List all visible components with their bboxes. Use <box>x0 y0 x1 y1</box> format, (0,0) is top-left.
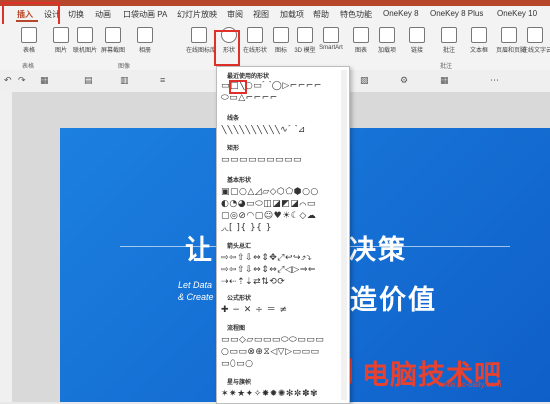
slide-subtitle-line2: & Create <box>178 292 214 302</box>
category-basic-shapes: 基本形状 <box>227 178 252 184</box>
list-icon[interactable]: ≡ <box>160 75 165 85</box>
tab-help[interactable]: 帮助 <box>313 9 329 20</box>
tools-icon[interactable]: ⚙ <box>400 75 408 86</box>
smartart-icon <box>323 27 339 43</box>
shape-row-flowchart-3[interactable]: ▭⬯▭○ <box>221 359 345 369</box>
cube-icon <box>297 27 313 43</box>
header-footer-icon <box>501 27 517 43</box>
tab-addins[interactable]: 加载项 <box>280 9 304 20</box>
ribbon-tab-bar: 插入 设计 切换 动画 口袋动画 PA 幻灯片放映 审阅 视图 加载项 帮助 特… <box>0 6 550 24</box>
online-shapes-button[interactable]: 在线形状 <box>242 27 268 54</box>
undo-icon[interactable]: ↶ <box>4 75 12 86</box>
tab-onekey-10[interactable]: OneKey 10 <box>497 9 537 18</box>
icons-icon <box>273 27 289 43</box>
arrange-icon[interactable]: ▧ <box>360 75 369 86</box>
shapes-button-highlight-box <box>214 30 240 66</box>
3d-model-button[interactable]: 3D 模型 <box>292 27 318 54</box>
slide-title-left: 让 <box>185 235 214 265</box>
chart-icon <box>353 27 369 43</box>
slide-title-line2: 造价值 <box>350 285 437 315</box>
category-equation-shapes: 公式形状 <box>227 296 252 302</box>
comment-icon <box>441 27 457 43</box>
link-icon <box>409 27 425 43</box>
shape-row-basic-4[interactable]: ◞◟[ ]{ }{ } <box>221 223 345 233</box>
format-icon[interactable]: ▦ <box>40 75 49 86</box>
table-button[interactable]: 表格 <box>16 27 42 54</box>
category-arrows: 箭头总汇 <box>227 244 252 250</box>
shape-row-equation[interactable]: ✚ − ✕ ÷ ＝ ≠ <box>221 305 345 315</box>
tab-slideshow[interactable]: 幻灯片放映 <box>177 9 217 20</box>
tab-view[interactable]: 视图 <box>253 9 269 20</box>
album-icon <box>137 27 153 43</box>
shape-row-rectangles[interactable]: ▭▭▭▭▭▭▭▭▭ <box>221 155 345 165</box>
smartart-button[interactable]: SmartArt <box>318 27 344 51</box>
online-picture-button[interactable]: 联机图片 <box>72 27 98 54</box>
table-icon <box>21 27 37 43</box>
shape-row-basic-3[interactable]: ▢◎⊘◠▢☺♥☀☾◇☁ <box>221 211 345 221</box>
align-icon[interactable]: ▥ <box>120 75 129 86</box>
tab-pocket-animation[interactable]: 口袋动画 PA <box>123 9 167 20</box>
screenshot-button[interactable]: 屏幕截图 <box>100 27 126 54</box>
tab-special-features[interactable]: 特色功能 <box>340 9 372 20</box>
chart-button[interactable]: 图表 <box>348 27 374 54</box>
category-recent-shapes: 最近使用的形状 <box>227 74 270 80</box>
tab-onekey-8[interactable]: OneKey 8 <box>383 9 419 18</box>
online-shapes-icon <box>247 27 263 43</box>
online-icon-library-button[interactable]: 在线图标库 <box>186 27 216 54</box>
redo-icon[interactable]: ↷ <box>18 75 26 86</box>
slide-subtitle-line1: Let Data <box>178 280 213 290</box>
paw-watermark-icon: 🐾 <box>470 344 495 366</box>
tab-onekey-8-plus[interactable]: OneKey 8 Plus <box>430 9 483 18</box>
picture-button[interactable]: 图片 <box>48 27 74 54</box>
textbox-icon <box>471 27 487 43</box>
online-picture-icon <box>77 27 93 43</box>
dropdown-scrollbar[interactable] <box>341 70 347 400</box>
icon-library-icon <box>191 27 207 43</box>
tab-review[interactable]: 审阅 <box>227 9 243 20</box>
icons-button[interactable]: 图标 <box>268 27 294 54</box>
shape-row-basic-2[interactable]: ◐◔◕▭⬭◫◪◩◪⌒▭ <box>221 199 345 209</box>
shape-row-arrows-2[interactable]: ⇨⇦⇧⇩⇔⇕⇔⤢◁▷⇒⇐ <box>221 265 345 275</box>
watermark-url: www.pc-daily.com <box>438 380 502 389</box>
group-label-images: 图像 <box>118 64 131 70</box>
word-cloud-icon <box>527 27 543 43</box>
tab-animations[interactable]: 动画 <box>95 9 111 20</box>
addins-icon <box>379 27 395 43</box>
shape-row-arrows-1[interactable]: ⇨⇦⇧⇩⇔⇕✥⤢↩↪⤴⤵ <box>221 253 345 263</box>
textbox-button[interactable]: 文本框 <box>466 27 492 54</box>
more-icon[interactable]: ⋯ <box>490 75 499 86</box>
link-button[interactable]: 链接 <box>404 27 430 54</box>
shape-row-recent-2[interactable]: ⬭▭△⌐⌐⌐⌐ <box>221 93 345 103</box>
group-label-tables: 表格 <box>22 64 35 70</box>
tab-transitions[interactable]: 切换 <box>68 9 84 20</box>
shape-row-flowchart-2[interactable]: ○▭▭⊗⊕⧖◁▽▷▭▭▭ <box>221 347 345 357</box>
online-word-cloud-button[interactable]: 在线文字云 <box>522 27 550 54</box>
category-lines: 线条 <box>227 116 240 122</box>
screenshot-icon <box>105 27 121 43</box>
comment-button[interactable]: 批注 <box>436 27 462 54</box>
shape-row-flowchart-1[interactable]: ▭▭◇▱▭▭▭⬭⬭▭▭▭ <box>221 335 345 345</box>
bold-icon[interactable]: ▤ <box>84 75 93 86</box>
addins-button[interactable]: 加载项 <box>374 27 400 54</box>
album-button[interactable]: 相册 <box>132 27 158 54</box>
picture-icon <box>53 27 69 43</box>
shape-row-basic-1[interactable]: ▣▢○△◿▱◇⬡⬠⬢○○ <box>221 187 345 197</box>
shape-row-arrows-3[interactable]: ⇢⇠⇡⇣⇄⇅⟲⟳ <box>221 277 345 287</box>
group-label-comments: 批注 <box>440 64 453 70</box>
category-stars-banners: 星与旗帜 <box>227 380 252 386</box>
category-flowchart: 流程图 <box>227 326 246 332</box>
shape-row-lines[interactable]: ╲╲╲╲╲╲╲╲╲╲∿⌒⊿ <box>221 125 345 135</box>
shapes-dropdown[interactable]: 最近使用的形状 ▭□╲○▭⌒◯▷⌐⌐⌐⌐ ⬭▭△⌐⌐⌐⌐ 线条 ╲╲╲╲╲╲╲╲… <box>216 66 350 404</box>
selected-shape-highlight-box <box>229 80 247 94</box>
grid-icon[interactable]: ▦ <box>440 75 449 86</box>
shape-row-stars[interactable]: ✶✷★✦✧✸✹✺✻✼✽✾ <box>221 389 345 399</box>
category-rectangles: 矩形 <box>227 146 240 152</box>
header-footer-button[interactable]: 页眉和页脚 <box>496 27 526 54</box>
